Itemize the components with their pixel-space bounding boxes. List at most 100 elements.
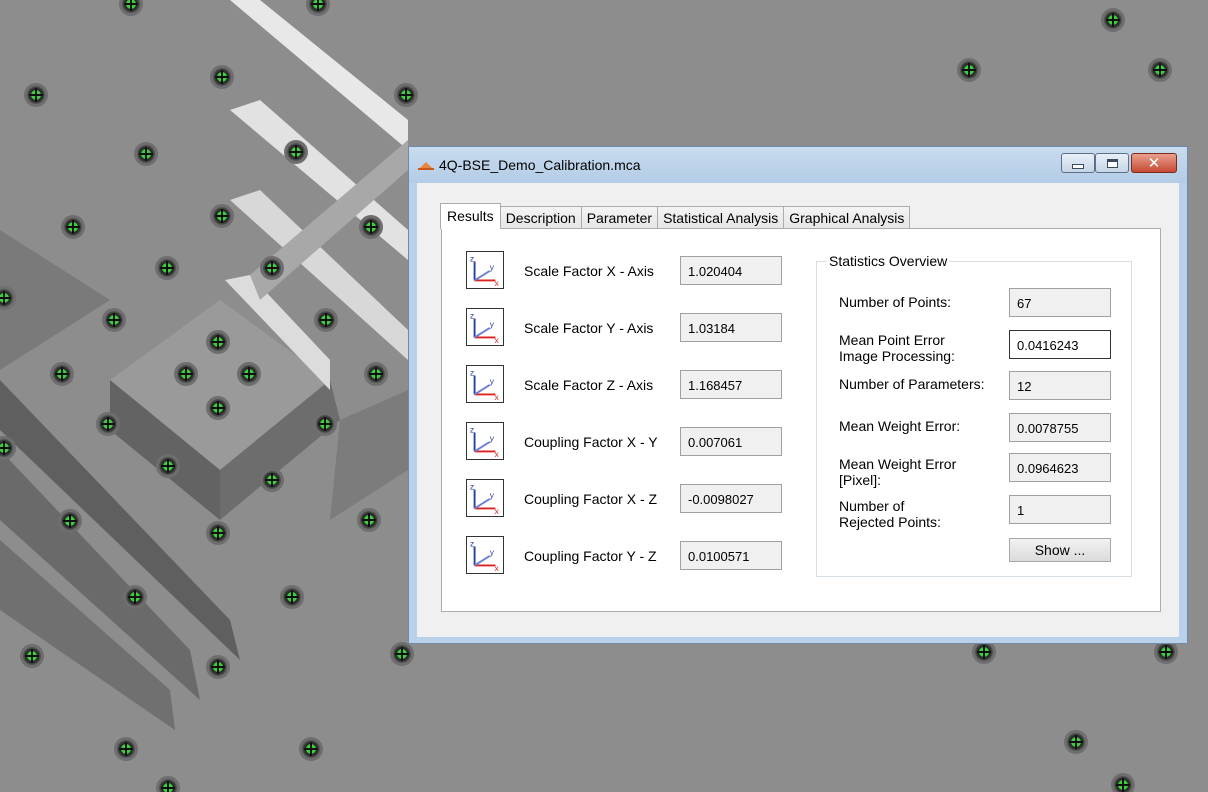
fiducial-marker [174,362,198,386]
tab-results[interactable]: Results [440,203,501,229]
mean-weight-error-pixel-field[interactable]: 0.0964623 [1009,453,1111,482]
fiducial-marker [260,256,284,280]
svg-text:z: z [470,310,474,320]
axis-icon: z yx [466,479,504,517]
fiducial-marker [206,655,230,679]
fiducial-marker [210,65,234,89]
svg-text:x: x [494,392,499,402]
svg-text:y: y [490,376,495,386]
svg-text:y: y [490,490,495,500]
title-bar[interactable]: 4Q-BSE_Demo_Calibration.mca ✕ [409,147,1187,183]
result-value-field[interactable]: 0.0100571 [680,541,782,570]
stat-label-line: Number of Parameters: [839,376,985,392]
axis-icon: z yx [466,536,504,574]
svg-text:z: z [470,367,474,377]
result-value-field[interactable]: 1.168457 [680,370,782,399]
stat-label: Mean Point Error Image Processing: [839,332,955,364]
stat-label-line: Number of Points: [839,294,952,310]
fiducial-marker [364,362,388,386]
number-of-points-field[interactable]: 67 [1009,288,1111,317]
tab-description[interactable]: Description [499,206,582,229]
stat-label-line: Image Processing: [839,348,955,364]
fiducial-marker [957,58,981,82]
result-row-scale-y: z yx Scale Factor Y - Axis 1.03184 [442,308,802,350]
tab-graphical-analysis[interactable]: Graphical Analysis [783,206,911,229]
svg-text:x: x [494,449,499,459]
result-label: Coupling Factor Y - Z [524,548,657,564]
statistics-overview-group: Statistics Overview Number of Points: 67… [816,253,1132,577]
maximize-icon [1106,158,1118,168]
result-label: Coupling Factor X - Y [524,434,658,450]
fiducial-marker [96,412,120,436]
result-row-coupling-yz: z yx Coupling Factor Y - Z 0.0100571 [442,536,802,578]
fiducial-marker [284,140,308,164]
fiducial-marker [58,509,82,533]
fiducial-marker [134,142,158,166]
fiducial-marker [114,737,138,761]
fiducial-marker [314,308,338,332]
svg-text:x: x [494,278,499,288]
stat-label-line: Mean Weight Error: [839,418,961,434]
stat-label-line: Number of [839,498,905,514]
fiducial-marker [206,330,230,354]
axis-icon: z yx [466,251,504,289]
fiducial-marker [210,204,234,228]
stat-label: Mean Weight Error: [839,418,960,434]
stat-label-line: Mean Weight Error [839,456,957,472]
fiducial-marker [20,644,44,668]
result-row-scale-z: z yx Scale Factor Z - Axis 1.168457 [442,365,802,407]
results-panel: zyx Scale Factor X - Axis 1.020404 zyx S… [441,228,1161,612]
result-value-field[interactable]: -0.0098027 [680,484,782,513]
svg-text:z: z [470,424,474,434]
fiducial-marker [155,256,179,280]
close-button[interactable]: ✕ [1131,153,1177,173]
window-client-area: Results Description Parameter Statistica… [417,183,1179,637]
window-title: 4Q-BSE_Demo_Calibration.mca [439,157,641,173]
axis-icon: z yx [466,365,504,403]
fiducial-marker [299,737,323,761]
minimize-icon [1072,163,1084,169]
fiducial-marker [280,585,304,609]
number-of-parameters-field[interactable]: 12 [1009,371,1111,400]
fiducial-marker [123,585,147,609]
fiducial-marker [394,83,418,107]
svg-text:z: z [470,481,474,491]
show-button[interactable]: Show ... [1009,538,1111,562]
fiducial-marker [390,642,414,666]
fiducial-marker [1101,8,1125,32]
stat-label: Number of Rejected Points: [839,498,941,530]
mean-point-error-field[interactable]: 0.0416243 [1009,330,1111,359]
minimize-button[interactable] [1061,153,1095,173]
fiducial-marker [61,215,85,239]
fiducial-marker [260,468,284,492]
result-value-field[interactable]: 1.03184 [680,313,782,342]
svg-text:y: y [490,433,495,443]
svg-text:y: y [490,262,495,272]
fiducial-marker [1064,730,1088,754]
calibration-window: 4Q-BSE_Demo_Calibration.mca ✕ Results De… [408,146,1188,644]
result-value-field[interactable]: 0.007061 [680,427,782,456]
maximize-button[interactable] [1095,153,1129,173]
stat-label-line: Mean Point Error [839,332,945,348]
rejected-points-field[interactable]: 1 [1009,495,1111,524]
fiducial-marker [50,362,74,386]
app-icon [418,162,434,170]
svg-text:x: x [494,563,499,573]
fiducial-marker [24,83,48,107]
close-icon: ✕ [1147,154,1161,172]
fiducial-marker [359,215,383,239]
fiducial-marker [156,454,180,478]
fiducial-marker [1148,58,1172,82]
stat-label: Number of Parameters: [839,376,985,392]
result-label: Scale Factor Z - Axis [524,377,654,393]
result-value-field[interactable]: 1.020404 [680,256,782,285]
result-row-scale-x: z yx Scale Factor X - Axis 1.020404 [442,251,802,293]
result-label: Scale Factor X - Axis [524,263,654,279]
fiducial-marker [102,308,126,332]
tab-parameter[interactable]: Parameter [580,206,659,229]
mean-weight-error-field[interactable]: 0.0078755 [1009,413,1111,442]
fiducial-marker [357,508,381,532]
fiducial-marker [206,396,230,420]
result-label: Coupling Factor X - Z [524,491,658,507]
tab-statistical-analysis[interactable]: Statistical Analysis [657,206,785,229]
